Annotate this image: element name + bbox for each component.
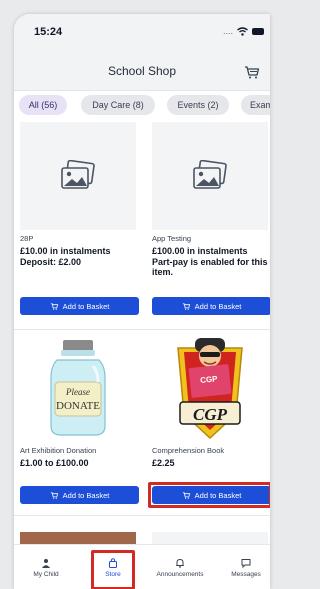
product-price: £10.00 in instalments Deposit: £2.00 xyxy=(20,246,111,267)
add-to-basket-label: Add to Basket xyxy=(194,301,242,311)
donation-jar-image: Please DONATE xyxy=(50,340,106,436)
cart-icon xyxy=(50,491,58,499)
product-grid: 28P £10.00 in instalments Deposit: £2.00… xyxy=(14,122,270,544)
product-price: £100.00 in instalments Part-pay is enabl… xyxy=(152,246,268,277)
product-image xyxy=(152,122,268,230)
cart-icon[interactable] xyxy=(242,62,262,82)
button-highlight-box xyxy=(148,482,270,508)
person-icon xyxy=(42,558,50,568)
filter-chip-all[interactable]: All (56) xyxy=(19,95,67,115)
product-price: £2.25 xyxy=(152,458,175,468)
filter-chip-day-care[interactable]: Day Care (8) xyxy=(81,95,155,115)
image-placeholder-icon xyxy=(193,160,227,189)
product-image: CGP CGP xyxy=(152,334,268,442)
add-to-basket-label: Add to Basket xyxy=(62,301,110,311)
image-placeholder-icon xyxy=(61,160,95,189)
status-bar: 15:24 .... xyxy=(14,14,270,54)
tab-label: Announcements xyxy=(156,570,204,578)
page-title: School Shop xyxy=(107,64,177,78)
product-image xyxy=(20,532,136,544)
header-bar: School Shop xyxy=(14,54,270,91)
add-to-basket-button[interactable]: Add to Basket xyxy=(20,297,139,315)
svg-text:DONATE: DONATE xyxy=(56,400,100,412)
tab-my-child[interactable]: My Child xyxy=(22,545,70,589)
add-to-basket-button[interactable]: Add to Basket xyxy=(152,297,270,315)
status-time: 15:24 xyxy=(34,26,63,38)
filter-chip-exam[interactable]: Exam xyxy=(241,95,270,115)
tab-messages[interactable]: Messages xyxy=(224,545,268,589)
filter-chip-events[interactable]: Events (2) xyxy=(167,95,229,115)
cgp-book-image: CGP CGP xyxy=(177,338,243,440)
battery-icon xyxy=(252,27,264,35)
tab-announcements[interactable]: Announcements xyxy=(148,545,212,589)
product-name: Comprehension Book xyxy=(152,446,225,455)
product-image xyxy=(152,532,268,544)
signal-icon: .... xyxy=(222,26,233,36)
bottom-tab-bar: My Child Store Announcements Messages xyxy=(14,544,270,589)
add-to-basket-label: Add to Basket xyxy=(62,490,110,500)
product-name: Art Exhibition Donation xyxy=(20,446,97,455)
category-filters: All (56) Day Care (8) Events (2) Exam xyxy=(14,95,270,117)
wifi-icon xyxy=(237,26,248,36)
cgp-logo-text: CGP xyxy=(193,405,228,424)
chat-icon xyxy=(241,558,251,568)
tab-label: My Child xyxy=(33,570,59,578)
svg-text:Please: Please xyxy=(65,387,90,397)
tab-label: Messages xyxy=(231,570,261,578)
product-image: Please DONATE xyxy=(20,334,136,442)
product-price: £1.00 to £100.00 xyxy=(20,458,89,468)
row-divider xyxy=(14,329,270,330)
cart-icon xyxy=(182,302,190,310)
phone-screen: 15:24 .... School Shop All (56) Day Care… xyxy=(14,14,270,589)
cart-icon xyxy=(50,302,58,310)
tab-highlight-box xyxy=(91,550,135,589)
product-name: App Testing xyxy=(152,234,192,243)
row-divider xyxy=(14,515,270,516)
add-to-basket-button[interactable]: Add to Basket xyxy=(20,486,139,504)
product-name: 28P xyxy=(20,234,34,243)
status-icons: .... xyxy=(223,26,264,36)
bell-icon xyxy=(176,558,184,568)
svg-text:CGP: CGP xyxy=(200,374,219,385)
product-image xyxy=(20,122,136,230)
